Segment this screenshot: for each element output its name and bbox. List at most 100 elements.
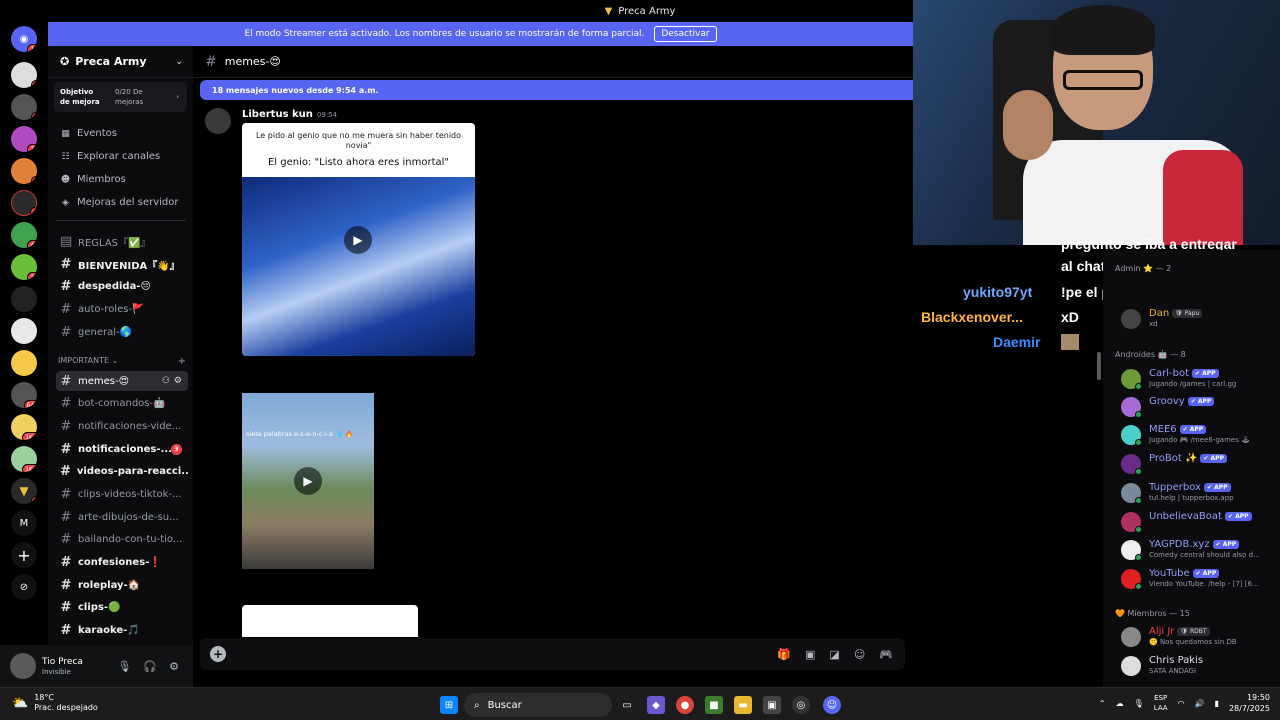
gift-icon[interactable]: 🎁: [777, 648, 791, 661]
add-server-icon[interactable]: +: [11, 542, 37, 568]
wifi-icon[interactable]: ◠: [1178, 699, 1185, 708]
channel-bienvenida[interactable]: # BIENVENIDA『👋』: [56, 254, 188, 274]
channel-roleplay[interactable]: # roleplay-🏠: [56, 575, 188, 595]
channel-rules[interactable]: ▤ REGLAS『✅』: [56, 231, 188, 251]
obs-icon[interactable]: ◎: [792, 696, 810, 714]
microphone-icon[interactable]: 🎙: [1134, 699, 1144, 708]
start-icon[interactable]: ⊞: [440, 696, 458, 714]
discover-icon[interactable]: ⊘: [11, 574, 37, 600]
member-item[interactable]: UnbelievaBoat ✔ APP: [1117, 511, 1277, 535]
server-icon[interactable]: 1K+: [11, 446, 37, 472]
server-icon[interactable]: 31: [11, 254, 37, 280]
chevron-up-icon[interactable]: ⌃: [1099, 699, 1106, 708]
member-item[interactable]: YAGPDB.xyz ✔ APP Comedy central should al…: [1117, 539, 1277, 563]
weather-widget[interactable]: ⛅ 18°C Prac. despejado: [12, 693, 98, 713]
server-header[interactable]: ✪ Preca Army ⌄: [48, 46, 193, 78]
new-messages-bar[interactable]: 18 mensajes nuevos desde 9:54 a.m.: [200, 80, 913, 100]
file-explorer-icon[interactable]: ▬: [734, 696, 752, 714]
system-tray: ⌃ ☁ 🎙 ESP LAA ◠ 🔊 ▮ 19:50 28/7/2025: [1099, 692, 1270, 714]
channel-bot-comandos[interactable]: # bot-comandos-🤖: [56, 393, 188, 413]
server-icon[interactable]: 644: [11, 382, 37, 408]
server-icon[interactable]: [11, 350, 37, 376]
server-icon[interactable]: M: [11, 510, 37, 536]
server-icon[interactable]: 1: [11, 190, 37, 216]
channel-confesiones[interactable]: # confesiones-❗: [56, 552, 188, 572]
channel-despedida[interactable]: # despedida-😔: [56, 276, 188, 296]
member-item[interactable]: YouTube ✔ APP Viendo YouTube. /help - [7]…: [1117, 568, 1277, 592]
nav-browse-channels[interactable]: ☷ Explorar canales: [60, 151, 160, 162]
server-icon[interactable]: [11, 318, 37, 344]
server-icon[interactable]: 1: [11, 94, 37, 120]
copilot-icon[interactable]: ◆: [647, 696, 665, 714]
message-composer[interactable]: + 🎁 ▣ ◪ ☺ 🎮: [200, 638, 905, 670]
minecraft-icon[interactable]: ■: [705, 696, 723, 714]
member-item[interactable]: MEE6 ✔ APP Jugando 🎮 /mee6-games 🕹: [1117, 424, 1277, 448]
gif-icon[interactable]: ▣: [805, 648, 815, 661]
invite-icon[interactable]: ⚇: [162, 376, 170, 386]
gear-icon[interactable]: ⚙: [169, 660, 179, 673]
server-icon[interactable]: 41: [11, 222, 37, 248]
preca-army-server-icon[interactable]: ▼ 3: [11, 478, 37, 504]
server-icon[interactable]: 8: [11, 62, 37, 88]
avatar[interactable]: [205, 108, 231, 134]
boost-goal[interactable]: Objetivo de mejora 0/20 De mejoras ›: [54, 82, 187, 112]
store-icon[interactable]: ▣: [763, 696, 781, 714]
avatar[interactable]: [10, 653, 36, 679]
channel-notificaciones-vide[interactable]: # notificaciones-vide...: [56, 416, 188, 436]
weather-icon: ⛅: [12, 695, 29, 711]
video-attachment[interactable]: siete palabras e-s-e-n-c-i-a 💧 🔥 ▶: [242, 365, 374, 597]
language-indicator[interactable]: ESP LAA: [1154, 693, 1168, 713]
gear-icon[interactable]: ⚙: [174, 376, 182, 386]
discord-icon[interactable]: ☺: [823, 696, 841, 714]
channel-clips[interactable]: # clips-🟢: [56, 597, 188, 617]
member-item[interactable]: Dan 🛡 Papu xd: [1117, 308, 1277, 332]
microphone-icon[interactable]: 🎙: [117, 660, 131, 673]
server-icon[interactable]: [11, 286, 37, 312]
member-item[interactable]: Tupperbox ✔ APP tul.help | tupperbox.app: [1117, 482, 1277, 506]
nav-events[interactable]: ▦ Eventos: [60, 128, 117, 139]
member-item[interactable]: Groovy ✔ APP: [1117, 396, 1277, 420]
nav-server-boosts[interactable]: ◈ Mejoras del servidor: [60, 197, 178, 208]
member-item[interactable]: Alji Jr 🛡 RDBT 🤫 Nos quedamos sin DB: [1117, 626, 1277, 650]
member-item[interactable]: ProBot ✨ ✔ APP: [1117, 453, 1277, 477]
member-item[interactable]: Carl-bot ✔ APP Jugando /games | carl.gg: [1117, 368, 1277, 392]
channel-clips-videos-tiktok[interactable]: # clips-videos-tiktok-...: [56, 484, 188, 504]
sticker-icon[interactable]: ◪: [829, 648, 839, 661]
member-item[interactable]: Chris Pakis SATA ANDAGI: [1117, 655, 1277, 679]
disable-streamer-button[interactable]: Desactivar: [654, 26, 717, 42]
channel-arte-dibujos[interactable]: # arte-dibujos-de-su...: [56, 507, 188, 527]
battery-icon[interactable]: ▮: [1215, 699, 1219, 708]
channel-bailando[interactable]: # bailando-con-tu-tio...: [56, 529, 188, 549]
add-attachment-icon[interactable]: +: [210, 646, 226, 662]
channel-videos-para-reacci[interactable]: # videos-para-reacci...: [56, 461, 188, 481]
video-attachment[interactable]: Le pido al genio que no me muera sin hab…: [242, 123, 475, 356]
chrome-icon[interactable]: ●: [676, 696, 694, 714]
category-important[interactable]: IMPORTANTE ⌄ +: [58, 356, 186, 367]
clock[interactable]: 19:50 28/7/2025: [1229, 692, 1270, 714]
channel-general[interactable]: # general-🌎: [56, 322, 188, 342]
hash-icon: #: [205, 53, 217, 70]
play-icon[interactable]: ▶: [344, 226, 372, 254]
task-view-icon[interactable]: ▭: [618, 696, 636, 714]
emoji-icon[interactable]: ☺: [854, 648, 865, 661]
message-author[interactable]: Libertus kun 09:54: [242, 109, 337, 120]
channel-karaoke[interactable]: # karaoke-🎵: [56, 620, 188, 640]
cloud-icon[interactable]: ☁: [1116, 699, 1124, 708]
server-icon[interactable]: 76: [11, 126, 37, 152]
activities-icon[interactable]: 🎮: [879, 648, 893, 661]
search-box[interactable]: ⌕ Buscar: [464, 693, 612, 717]
add-channel-icon[interactable]: +: [178, 356, 186, 367]
volume-icon[interactable]: 🔊: [1195, 699, 1205, 708]
server-icon[interactable]: 1: [11, 158, 37, 184]
channel-notificaciones[interactable]: # notificaciones-... 3: [56, 439, 188, 459]
direct-messages-icon[interactable]: ◉ 12: [11, 26, 37, 52]
channel-memes[interactable]: # memes-😍 ⚇ ⚙: [56, 371, 188, 391]
nav-members[interactable]: ☻ Miembros: [60, 174, 126, 185]
emote-image: [1061, 334, 1079, 350]
scrollbar[interactable]: [1097, 352, 1101, 380]
server-icon[interactable]: 1K+: [11, 414, 37, 440]
channel-auto-roles[interactable]: # auto-roles-🚩: [56, 299, 188, 319]
headphones-icon[interactable]: 🎧: [143, 660, 157, 673]
image-attachment[interactable]: [242, 605, 418, 637]
play-icon[interactable]: ▶: [294, 467, 322, 495]
